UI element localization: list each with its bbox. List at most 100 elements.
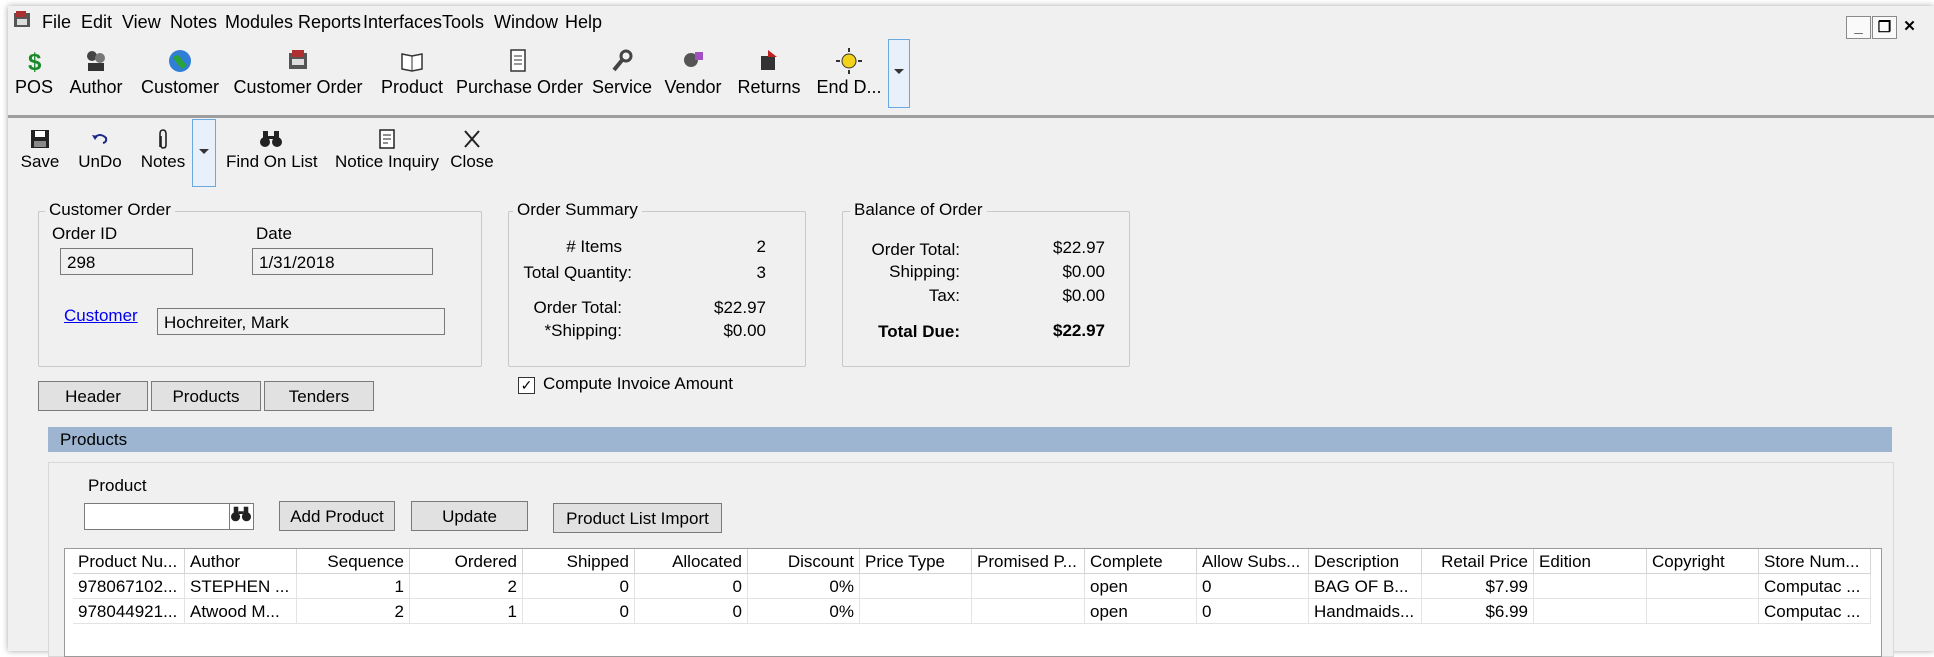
svg-text:$: $ [28,49,42,75]
cell-author[interactable]: STEPHEN ... [185,574,297,599]
cell-author[interactable]: Atwood M... [185,599,297,624]
cell-price-type[interactable] [860,599,972,624]
cell-product-number[interactable]: 978044921... [73,599,185,624]
cell-complete[interactable]: open [1085,574,1197,599]
column-header-store-number[interactable]: Store Num... [1759,549,1871,574]
notes-button[interactable]: Notes [138,128,188,172]
customer-order-module-button[interactable]: Customer Order [230,47,366,98]
cell-retail-price[interactable]: $6.99 [1422,599,1534,624]
column-header-edition[interactable]: Edition [1534,549,1647,574]
menu-modules[interactable]: Modules [225,12,293,33]
compute-invoice-label: Compute Invoice Amount [543,374,733,393]
menu-reports[interactable]: Reports [298,12,361,33]
update-button[interactable]: Update [411,501,528,531]
cell-allow-subs[interactable]: 0 [1197,574,1309,599]
close-window-button[interactable]: ✕ [1898,16,1921,37]
column-header-allow-subs[interactable]: Allow Subs... [1197,549,1309,574]
column-header-shipped[interactable]: Shipped [523,549,635,574]
cell-description[interactable]: Handmaids... [1309,599,1422,624]
author-module-button[interactable]: Author [66,47,126,98]
end-day-module-button[interactable]: End D... [814,47,884,98]
product-search-input[interactable] [84,503,230,530]
column-header-ordered[interactable]: Ordered [410,549,523,574]
cell-discount[interactable]: 0% [748,599,860,624]
menu-notes[interactable]: Notes [170,12,217,33]
notes-dropdown[interactable] [192,119,216,187]
column-header-sequence[interactable]: Sequence [297,549,410,574]
column-header-allocated[interactable]: Allocated [635,549,748,574]
product-lookup-button[interactable] [229,503,254,530]
column-header-complete[interactable]: Complete [1085,549,1197,574]
chevron-down-icon [894,69,904,74]
customer-module-button[interactable]: Customer [140,47,220,98]
menu-file[interactable]: File [42,12,71,33]
purchase-order-module-button[interactable]: Purchase Order [456,47,583,98]
find-on-list-button[interactable]: Find On List [226,128,318,172]
summary-shipping-value: $0.00 [723,321,766,340]
modules-toolbar: $ POS Author Customer Customer Order Pro… [8,39,1934,118]
customer-link[interactable]: Customer [64,306,138,326]
column-header-promised[interactable]: Promised P... [972,549,1085,574]
order-id-field[interactable]: 298 [60,248,193,275]
notice-inquiry-button[interactable]: Notice Inquiry [334,128,440,172]
cell-allocated[interactable]: 0 [635,599,748,624]
paperclip-icon [159,129,167,149]
floppy-icon [31,130,49,148]
menu-interfaces[interactable]: Interfaces [363,12,442,33]
cell-discount[interactable]: 0% [748,574,860,599]
column-header-product-number[interactable]: Product Nu... [73,549,185,574]
undo-button[interactable]: UnDo [76,128,124,172]
compute-invoice-checkbox[interactable]: ✓ [518,377,535,394]
cell-description[interactable]: BAG OF B... [1309,574,1422,599]
returns-module-button[interactable]: Returns [734,47,804,98]
modules-overflow-dropdown[interactable] [888,39,910,108]
column-header-copyright[interactable]: Copyright [1647,549,1759,574]
product-list-import-button[interactable]: Product List Import [553,503,722,533]
cell-edition[interactable] [1534,599,1647,624]
menu-help[interactable]: Help [565,12,602,33]
cell-price-type[interactable] [860,574,972,599]
column-header-author[interactable]: Author [185,549,297,574]
minimize-button[interactable]: _ [1846,16,1871,39]
save-button[interactable]: Save [20,128,60,172]
cell-retail-price[interactable]: $7.99 [1422,574,1534,599]
cell-sequence[interactable]: 2 [297,599,410,624]
tab-tenders[interactable]: Tenders [264,381,374,411]
cell-ordered[interactable]: 1 [410,599,523,624]
cell-product-number[interactable]: 978067102... [73,574,185,599]
menu-view[interactable]: View [122,12,161,33]
cell-sequence[interactable]: 1 [297,574,410,599]
cell-allow-subs[interactable]: 0 [1197,599,1309,624]
tab-products[interactable]: Products [151,381,261,411]
cell-promised[interactable] [972,574,1085,599]
customer-field[interactable]: Hochreiter, Mark [157,308,445,335]
column-header-price-type[interactable]: Price Type [860,549,972,574]
column-header-description[interactable]: Description [1309,549,1422,574]
cell-shipped[interactable]: 0 [523,574,635,599]
pos-module-button[interactable]: $ POS [14,47,54,98]
menu-tools[interactable]: Tools [442,12,484,33]
tab-header[interactable]: Header [38,381,148,411]
cell-shipped[interactable]: 0 [523,599,635,624]
cell-ordered[interactable]: 2 [410,574,523,599]
cell-edition[interactable] [1534,574,1647,599]
column-header-discount[interactable]: Discount [748,549,860,574]
menu-window[interactable]: Window [494,12,558,33]
cell-store-number[interactable]: Computac ... [1759,599,1871,624]
close-button[interactable]: Close [450,128,494,172]
service-module-button[interactable]: Service [588,47,656,98]
cell-complete[interactable]: open [1085,599,1197,624]
cell-copyright[interactable] [1647,599,1759,624]
add-product-button[interactable]: Add Product [279,501,395,531]
column-header-retail-price[interactable]: Retail Price [1422,549,1534,574]
product-module-button[interactable]: Product [376,47,448,98]
vendor-module-button[interactable]: Vendor [660,47,726,98]
date-field[interactable]: 1/31/2018 [252,248,433,275]
restore-button[interactable]: ❐ [1872,16,1897,39]
menu-edit[interactable]: Edit [81,12,112,33]
balance-title: Balance of Order [850,200,987,220]
cell-store-number[interactable]: Computac ... [1759,574,1871,599]
cell-allocated[interactable]: 0 [635,574,748,599]
cell-copyright[interactable] [1647,574,1759,599]
cell-promised[interactable] [972,599,1085,624]
